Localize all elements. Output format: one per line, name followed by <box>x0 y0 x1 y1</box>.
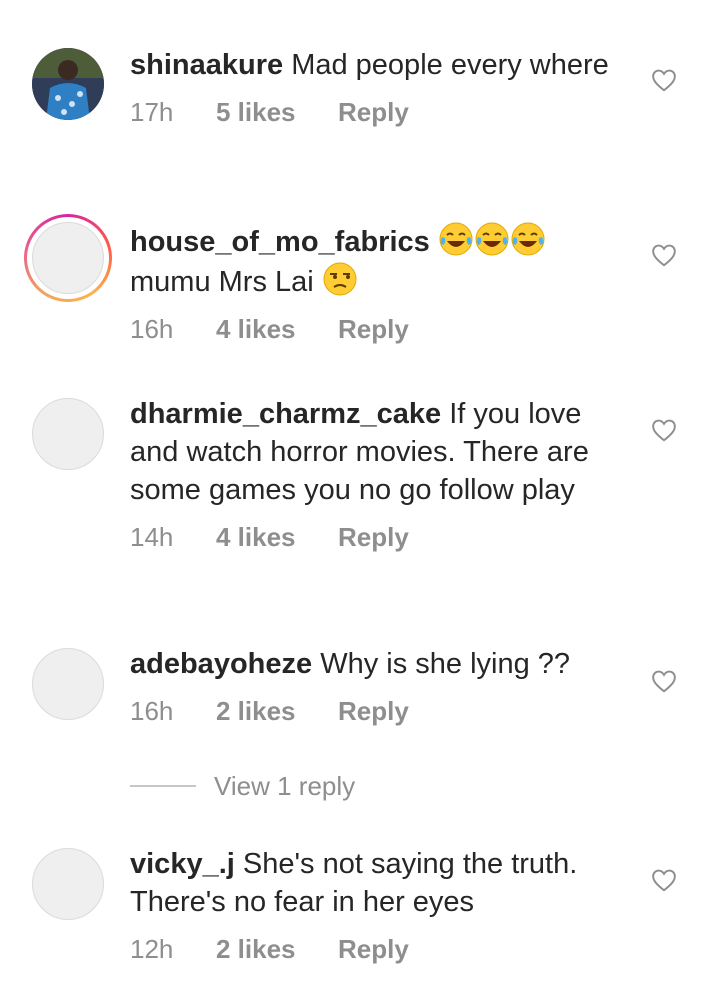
comment-text: vicky_.j She's not saying the truth. The… <box>130 845 630 921</box>
comment-meta: 16h 4 likes Reply <box>130 313 630 345</box>
view-replies-divider <box>130 785 196 787</box>
heart-outline-icon[interactable] <box>651 418 677 442</box>
view-replies-button[interactable]: View 1 reply <box>130 768 355 804</box>
comment-username[interactable]: vicky_.j <box>130 848 235 880</box>
comment-likes[interactable]: 5 likes <box>216 96 338 128</box>
heart-outline-icon[interactable] <box>651 68 677 92</box>
unamused-face-emoji-icon <box>323 262 357 296</box>
comment-text: house_of_mo_fabrics mumu Mrs Lai <box>130 221 630 301</box>
comment-username[interactable]: dharmie_charmz_cake <box>130 398 441 430</box>
heart-outline-icon[interactable] <box>651 243 677 267</box>
comment-likes[interactable]: 2 likes <box>216 933 338 965</box>
comment-message: mumu Mrs Lai <box>130 266 314 298</box>
avatar[interactable] <box>32 48 104 120</box>
reply-button[interactable]: Reply <box>338 695 409 727</box>
comment-username[interactable]: shinaakure <box>130 49 283 81</box>
reply-button[interactable]: Reply <box>338 96 409 128</box>
comment-time: 16h <box>130 696 174 726</box>
comment-text: shinaakure Mad people every where <box>130 46 630 84</box>
reply-button[interactable]: Reply <box>338 521 409 553</box>
comment-meta: 16h 2 likes Reply <box>130 695 630 727</box>
view-replies-label[interactable]: View 1 reply <box>214 771 355 802</box>
reply-button[interactable]: Reply <box>338 313 409 345</box>
tears-of-joy-emoji-icon <box>475 222 509 256</box>
comment-text: dharmie_charmz_cake If you love and watc… <box>130 395 630 509</box>
comment-time: 16h <box>130 314 174 344</box>
comment-meta: 14h 4 likes Reply <box>130 521 630 553</box>
heart-outline-icon[interactable] <box>651 868 677 892</box>
comment-message: Why is she lying ?? <box>320 648 571 680</box>
comment-message: Mad people every where <box>291 49 609 81</box>
avatar[interactable] <box>32 848 104 920</box>
comment-time: 17h <box>130 97 174 127</box>
comment-username[interactable]: adebayoheze <box>130 648 312 680</box>
comment-time: 14h <box>130 522 174 552</box>
heart-outline-icon[interactable] <box>651 669 677 693</box>
tears-of-joy-emoji-icon <box>439 222 473 256</box>
avatar[interactable] <box>32 398 104 470</box>
comment-text: adebayoheze Why is she lying ?? <box>130 645 630 683</box>
comment-likes[interactable]: 2 likes <box>216 695 338 727</box>
comment-likes[interactable]: 4 likes <box>216 521 338 553</box>
reply-button[interactable]: Reply <box>338 933 409 965</box>
avatar-photo <box>32 48 104 120</box>
tears-of-joy-emoji-icon <box>511 222 545 256</box>
comment-meta: 12h 2 likes Reply <box>130 933 630 965</box>
comment-username[interactable]: house_of_mo_fabrics <box>130 226 430 258</box>
comment-likes[interactable]: 4 likes <box>216 313 338 345</box>
avatar <box>32 222 104 294</box>
avatar[interactable] <box>32 648 104 720</box>
comment-time: 12h <box>130 934 174 964</box>
avatar-story-ring[interactable] <box>24 214 112 302</box>
comment-meta: 17h 5 likes Reply <box>130 96 630 128</box>
